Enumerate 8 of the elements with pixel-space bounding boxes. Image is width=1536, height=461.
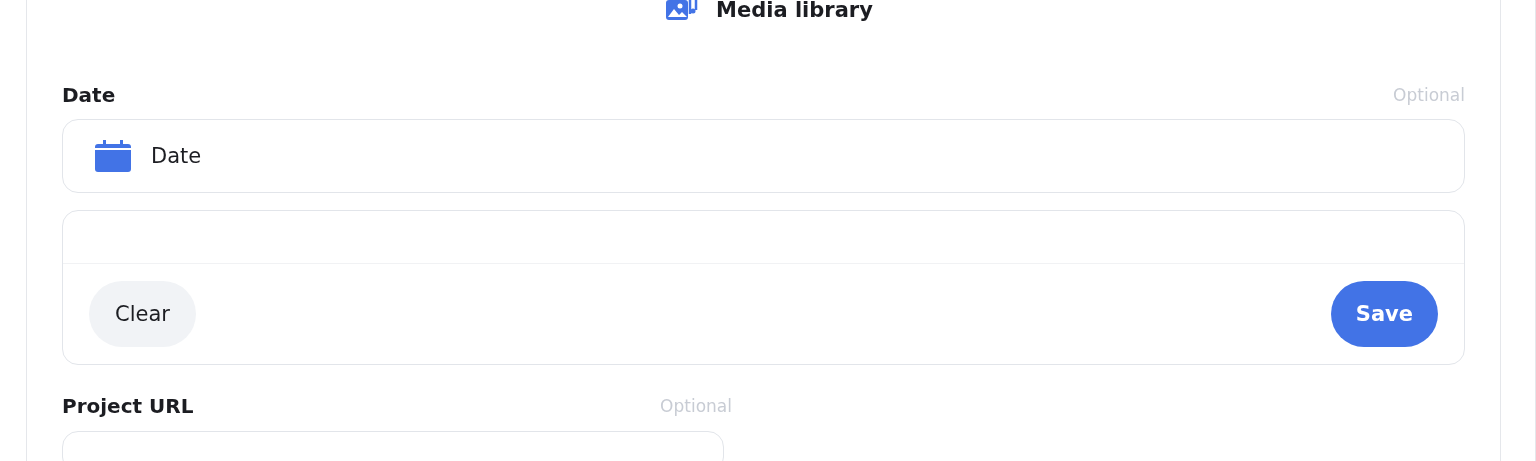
field-label: Date [62,83,116,107]
header-title: Media library [716,0,873,22]
images-icon [666,0,699,22]
field-label: Project URL [62,394,194,418]
save-button[interactable]: Save [1330,281,1438,347]
calendar-icon [95,140,131,172]
date-field[interactable]: Date [62,119,1465,193]
clear-button[interactable]: Clear [89,281,196,347]
